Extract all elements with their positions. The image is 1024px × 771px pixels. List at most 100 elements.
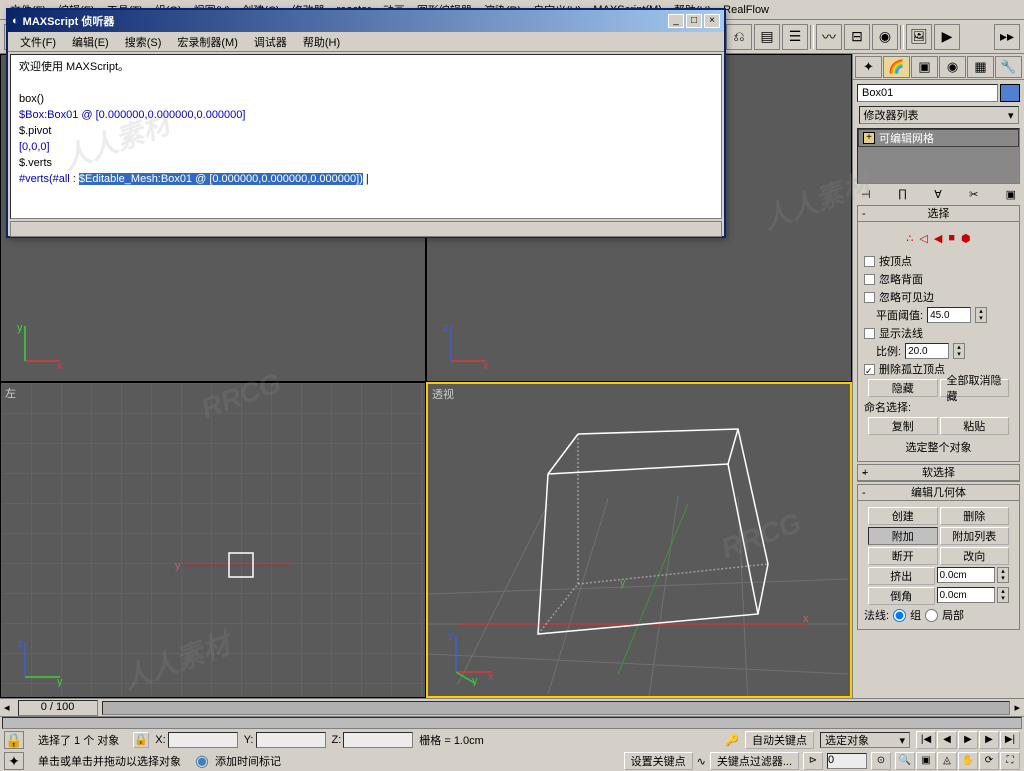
y-coord-input[interactable] [256,732,326,748]
break-button[interactable]: 断开 [868,547,938,565]
normal-scale-input[interactable]: 20.0 [905,343,949,359]
create-button[interactable]: 创建 [868,507,938,525]
paste-sel-button[interactable]: 粘贴 [940,417,1010,435]
chk-delete-iso[interactable] [864,364,875,375]
nav-zoom-icon[interactable]: 🔍 [895,752,915,770]
maxscript-hscroll[interactable] [10,221,722,237]
tab-motion[interactable]: ◉ [939,56,966,78]
time-slider[interactable] [102,701,1011,715]
object-color-swatch[interactable] [1000,84,1020,102]
pin-stack-icon[interactable]: ⊣ [861,188,871,201]
timeline[interactable]: ◂ 0 / 100 ▸ [0,699,1024,717]
close-button[interactable]: × [704,14,720,28]
goto-start-button[interactable]: |◀ [916,731,936,749]
current-frame-input[interactable]: 0 [827,753,867,769]
rollout-editgeom-title[interactable]: 编辑几何体 [858,485,1019,501]
key-filters-button[interactable]: 关键点过滤器... [710,752,799,770]
scale-spinner[interactable]: ▴▾ [953,343,965,359]
modifier-list-dropdown[interactable]: 修改器列表▾ [859,106,1019,124]
maxscript-listener-window[interactable]: ◐ MAXScript 侦听器 _ □ × 文件(F) 编辑(E) 搜索(S) … [6,8,726,238]
material-editor-button[interactable]: ◉ [872,24,898,50]
hide-button[interactable]: 隐藏 [868,379,938,397]
tab-hierarchy[interactable]: ▣ [911,56,938,78]
tab-create[interactable]: ✦ [855,56,882,78]
maximize-button[interactable]: □ [686,14,702,28]
play-button[interactable]: ▶ [958,731,978,749]
key-target-dropdown[interactable]: 选定对象▾ [820,732,910,748]
goto-end-button[interactable]: ▶| [1000,731,1020,749]
maxscript-menubar[interactable]: 文件(F) 编辑(E) 搜索(S) 宏录制器(M) 调试器 帮助(H) [8,32,724,52]
chamfer-button[interactable]: 倒角 [868,587,935,605]
viewport-perspective[interactable]: x y 透视 zxy [426,382,852,698]
set-key-button[interactable]: 设置关键点 [624,752,693,770]
nav-fov-icon[interactable]: ◬ [937,752,957,770]
rollout-selection-title[interactable]: 选择 [858,206,1019,222]
ms-menu-help[interactable]: 帮助(H) [295,32,348,52]
copy-sel-button[interactable]: 复制 [868,417,938,435]
mirror-button[interactable]: ⎌ [726,24,752,50]
maxscript-output[interactable]: 欢迎使用 MAXScript。 box() $Box:Box01 @ [0.00… [10,54,722,219]
ms-menu-file[interactable]: 文件(F) [12,32,64,52]
trackbar[interactable] [2,717,1022,729]
ms-menu-search[interactable]: 搜索(S) [117,32,170,52]
key-mode-button[interactable]: ⊳ [803,752,823,770]
align-button[interactable]: ▤ [754,24,780,50]
playback-controls[interactable]: |◀ ◀ ▶ ▶ ▶| [916,731,1020,749]
extrude-button[interactable]: 挤出 [868,567,935,585]
configure-sets-icon[interactable]: ▣ [1006,188,1016,201]
chk-by-vertex[interactable] [864,256,875,267]
planar-spinner[interactable]: ▴▾ [975,307,987,323]
nav-arc-icon[interactable]: ⟳ [979,752,999,770]
render-button[interactable]: ▶ [934,24,960,50]
extrude-value[interactable]: 0.0cm [937,567,996,583]
prompt-icon[interactable]: ✦ [4,752,24,770]
radio-group[interactable] [893,609,906,622]
next-frame-button[interactable]: ▶ [979,731,999,749]
ms-menu-debug[interactable]: 调试器 [246,32,295,52]
minimize-button[interactable]: _ [668,14,684,28]
curve-editor-button[interactable]: 〰 [816,24,842,50]
auto-key-button[interactable]: 自动关键点 [745,731,814,749]
unhide-all-button[interactable]: 全部取消隐藏 [940,379,1010,397]
modifier-stack-item[interactable]: +可编辑网格 [858,129,1019,147]
x-coord-input[interactable] [168,732,238,748]
object-name-field[interactable]: Box01 [857,84,998,102]
remove-modifier-icon[interactable]: ✂ [969,188,978,201]
show-result-icon[interactable]: ∏ [898,188,907,201]
nav-zoomall-icon[interactable]: ▣ [916,752,936,770]
time-config-button[interactable]: ⊙ [871,752,891,770]
radio-local[interactable] [925,609,938,622]
rollout-soft-title[interactable]: +软选择 [858,465,1019,481]
tab-display[interactable]: ▦ [967,56,994,78]
viewport-left[interactable]: 左 y zy [0,382,426,698]
extrude-spinner[interactable]: ▴▾ [997,567,1009,583]
attach-list-button[interactable]: 附加列表 [940,527,1010,545]
schematic-button[interactable]: ⊟ [844,24,870,50]
attach-button[interactable]: 附加 [868,527,938,545]
nav-max-icon[interactable]: ⛶ [1000,752,1020,770]
chk-ignore-visible[interactable] [864,292,875,303]
prev-frame-button[interactable]: ◀ [937,731,957,749]
chk-ignore-backface[interactable] [864,274,875,285]
rollout-soft-selection[interactable]: +软选择 [857,464,1020,482]
lock-selection-icon[interactable]: 🔒 [4,731,24,749]
subobject-level-icons[interactable]: ∴ ◁ ◀ ■ ⬢ [864,226,1013,251]
tab-modify[interactable]: 🌈 [883,56,910,78]
ms-menu-edit[interactable]: 编辑(E) [64,32,117,52]
chamfer-spinner[interactable]: ▴▾ [997,587,1009,603]
delete-button[interactable]: 删除 [940,507,1010,525]
nav-pan-icon[interactable]: ✋ [958,752,978,770]
tab-utilities[interactable]: 🔧 [995,56,1022,78]
add-time-tag[interactable]: 添加时间标记 [215,753,281,769]
overflow-button[interactable]: ▸▸ [994,24,1020,50]
turn-button[interactable]: 改向 [940,547,1010,565]
layer-button[interactable]: ☰ [782,24,808,50]
make-unique-icon[interactable]: ∀ [934,188,942,201]
planar-thresh-input[interactable]: 45.0 [927,307,971,323]
chamfer-value[interactable]: 0.0cm [937,587,996,603]
render-scene-button[interactable]: 🖼 [906,24,932,50]
ms-menu-macro[interactable]: 宏录制器(M) [169,32,246,52]
maxscript-titlebar[interactable]: ◐ MAXScript 侦听器 _ □ × [8,10,724,32]
command-panel-tabs[interactable]: ✦ 🌈 ▣ ◉ ▦ 🔧 [853,54,1024,80]
chk-show-normals[interactable] [864,328,875,339]
